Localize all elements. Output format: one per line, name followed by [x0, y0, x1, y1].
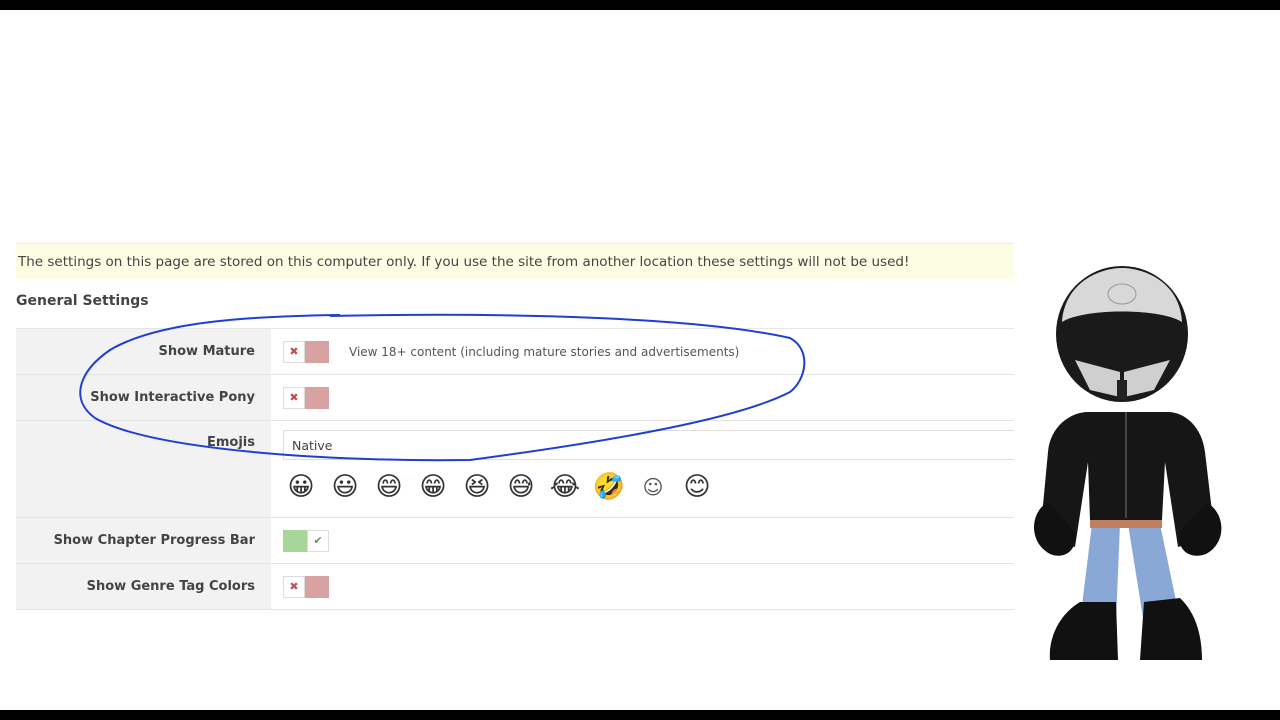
show-progress-toggle[interactable]: ✔: [283, 529, 329, 552]
letterbox-top: [0, 0, 1280, 10]
letterbox-bottom: [0, 710, 1280, 720]
x-icon: ✖: [283, 386, 305, 409]
setting-row-show-mature: Show Mature ✖ View 18+ content (includin…: [16, 329, 1014, 375]
setting-value: ✖: [271, 375, 1014, 420]
emoji-rofl: 🤣: [592, 472, 626, 502]
x-icon: ✖: [283, 575, 305, 598]
setting-value: ✖ View 18+ content (including mature sto…: [271, 329, 1014, 374]
setting-label: Show Genre Tag Colors: [16, 564, 271, 609]
helmeted-rider-figure: [1034, 266, 1222, 660]
emoji-preview: 😀 😃 😄 😁 😆 😅 😂 🤣 ☺ 😊: [279, 462, 719, 512]
setting-row-show-pony: Show Interactive Pony ✖: [16, 375, 1014, 421]
show-pony-toggle[interactable]: ✖: [283, 386, 329, 409]
emoji-smile: 😄: [375, 472, 403, 502]
setting-label: Show Interactive Pony: [16, 375, 271, 420]
toggle-track: [305, 340, 329, 363]
setting-value: ✖: [271, 564, 1014, 609]
emoji-sweat-smile: 😅: [507, 472, 535, 502]
section-title: General Settings: [16, 293, 149, 309]
setting-row-show-progress: Show Chapter Progress Bar ✔: [16, 518, 1014, 564]
toggle-track: [283, 529, 307, 552]
emoji-grin: 😁: [419, 472, 447, 502]
emoji-blush: 😊: [683, 472, 711, 502]
setting-label: Emojis: [16, 421, 271, 517]
show-genre-colors-toggle[interactable]: ✖: [283, 575, 329, 598]
x-icon: ✖: [283, 340, 305, 363]
check-icon: ✔: [307, 529, 329, 552]
setting-label: Show Chapter Progress Bar: [16, 518, 271, 563]
emoji-joy: 😂: [549, 472, 581, 502]
setting-description: View 18+ content (including mature stori…: [349, 344, 740, 359]
emoji-grinning: 😀: [287, 472, 315, 502]
storage-notice: The settings on this page are stored on …: [16, 243, 1014, 279]
setting-label: Show Mature: [16, 329, 271, 374]
emoji-relaxed: ☺: [642, 475, 664, 499]
show-mature-toggle[interactable]: ✖: [283, 340, 329, 363]
emoji-smiley: 😃: [331, 472, 359, 502]
toggle-track: [305, 575, 329, 598]
toggle-track: [305, 386, 329, 409]
setting-row-genre-colors: Show Genre Tag Colors ✖: [16, 564, 1014, 610]
emoji-laughing: 😆: [463, 472, 491, 502]
emoji-style-select[interactable]: Native: [283, 430, 1014, 460]
setting-value: ✔: [271, 518, 1014, 563]
